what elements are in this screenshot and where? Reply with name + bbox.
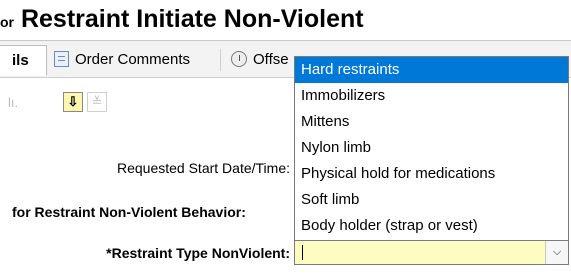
dropdown-option-immobilizers[interactable]: Immobilizers	[295, 83, 568, 109]
tab-details-label: ils	[12, 52, 29, 69]
text-caret	[302, 245, 303, 260]
clock-icon	[231, 51, 247, 67]
restraint-type-label: *Restraint Type NonViolent:	[106, 245, 290, 261]
dropdown-option-hard-restraints[interactable]: Hard restraints	[295, 57, 568, 83]
dropdown-option-body-holder[interactable]: Body holder (strap or vest)	[295, 213, 568, 239]
chevron-down-icon: ⌵	[552, 246, 562, 258]
tab-offset-label: Offse	[253, 50, 289, 68]
tab-order-comments[interactable]: Order Comments	[54, 45, 214, 73]
chevron-down-icon: ≚	[91, 94, 103, 109]
page-title-prefix: or	[0, 14, 14, 30]
dropdown-toggle-button[interactable]: ⌵	[545, 241, 568, 264]
dropdown-option-mittens[interactable]: Mittens	[295, 109, 568, 135]
start-datetime-label: Requested Start Date/Time:	[116, 160, 290, 176]
behavior-label: for Restraint Non-Violent Behavior:	[12, 204, 246, 220]
page-title-text: Restraint Initiate Non-Violent	[20, 5, 364, 33]
restraint-type-combobox[interactable]: ⌵	[294, 240, 569, 265]
bar-chart-icon[interactable]: lı.	[8, 95, 18, 110]
restraint-type-dropdown-list: Hard restraints Immobilizers Mittens Nyl…	[294, 56, 569, 241]
collapse-button[interactable]: ≚	[87, 92, 107, 112]
tab-offset[interactable]: Offse	[231, 45, 295, 73]
title-area: or Restraint Initiate Non-Violent	[0, 0, 571, 42]
dropdown-option-soft-limb[interactable]: Soft limb	[295, 187, 568, 213]
tab-separator	[220, 49, 221, 71]
document-list-icon	[54, 51, 69, 67]
page-title: or Restraint Initiate Non-Violent	[0, 5, 364, 34]
arrow-down-icon: ⇩	[67, 94, 79, 109]
dropdown-option-nylon-limb[interactable]: Nylon limb	[295, 135, 568, 161]
tab-order-comments-label: Order Comments	[75, 50, 191, 68]
move-down-button[interactable]: ⇩	[63, 92, 83, 112]
dropdown-option-physical-hold[interactable]: Physical hold for medications	[295, 161, 568, 187]
tab-details[interactable]: ils	[0, 45, 47, 76]
